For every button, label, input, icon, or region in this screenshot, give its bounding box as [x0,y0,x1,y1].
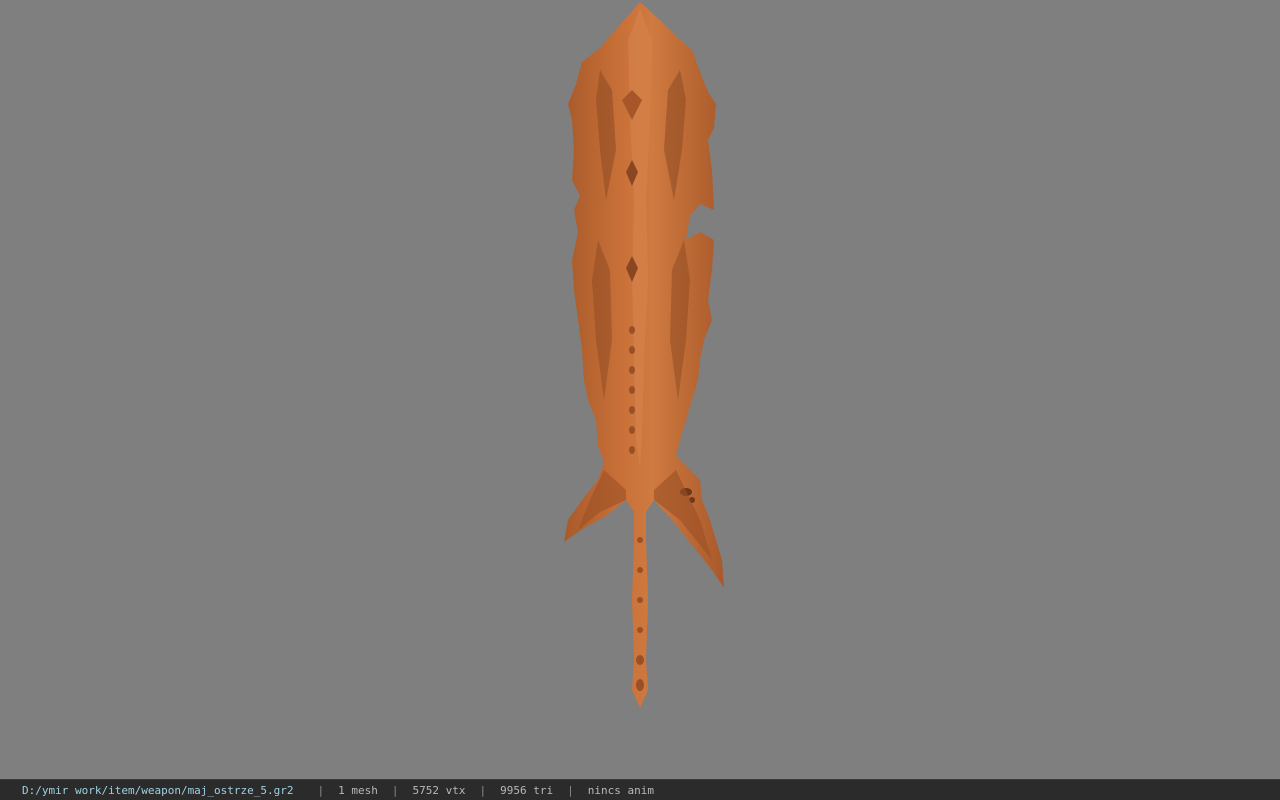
3d-viewport[interactable] [0,0,1280,779]
file-path: D:/ymir work/item/weapon/maj_ostrze_5.gr… [22,783,294,797]
mesh-count: 1 mesh [338,783,378,797]
triangle-count: 9956 tri [500,783,554,797]
vertex-count: 5752 vtx [412,783,466,797]
separator: | [391,783,399,797]
weapon-blade [564,2,724,708]
weapon-model-render [564,2,724,708]
separator: | [317,783,325,797]
separator: | [567,783,574,797]
status-bar: D:/ymir work/item/weapon/maj_ostrze_5.gr… [0,779,1280,800]
separator: | [479,783,487,797]
animation-status: nincs anim [587,783,654,797]
